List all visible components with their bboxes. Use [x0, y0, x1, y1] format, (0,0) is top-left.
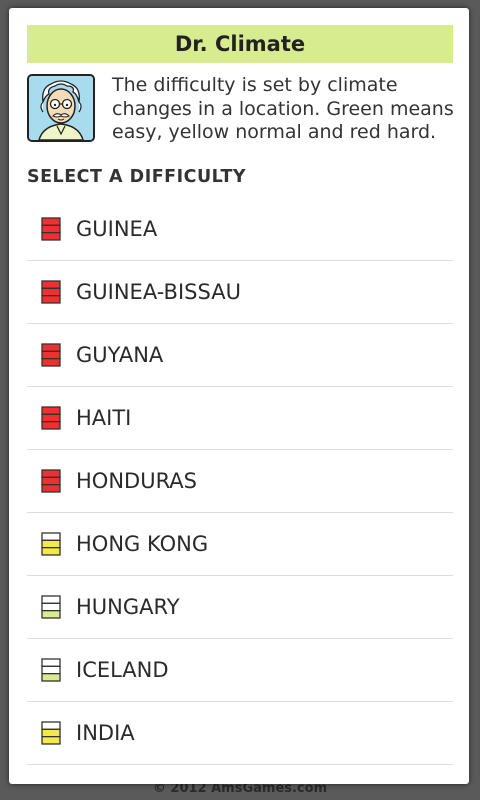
difficulty-level-icon: [41, 280, 61, 304]
location-name: GUYANA: [76, 343, 164, 367]
difficulty-level-icon: [41, 406, 61, 430]
scientist-face-icon: [29, 76, 93, 140]
location-item[interactable]: HAITI: [27, 387, 453, 450]
location-item[interactable]: HONG KONG: [27, 513, 453, 576]
location-name: ICELAND: [76, 658, 169, 682]
location-name: HONG KONG: [76, 532, 209, 556]
location-item[interactable]: HUNGARY: [27, 576, 453, 639]
location-name: HAITI: [76, 406, 132, 430]
location-name: HONDURAS: [76, 469, 198, 493]
location-item[interactable]: GUINEA-BISSAU: [27, 261, 453, 324]
difficulty-explanation: The difficulty is set by climate changes…: [112, 74, 454, 143]
location-item[interactable]: INDIA: [27, 702, 453, 765]
difficulty-level-icon: [41, 532, 61, 556]
location-item[interactable]: ICELAND: [27, 639, 453, 702]
difficulty-level-icon: [41, 658, 61, 682]
section-heading: SELECT A DIFFICULTY: [27, 167, 247, 187]
location-name: GUINEA: [76, 217, 158, 241]
difficulty-level-icon: [41, 595, 61, 619]
location-name: INDIA: [76, 721, 135, 745]
location-item[interactable]: GUINEA: [27, 198, 453, 261]
location-list: GUINEA GUINEA-BISSAU GUYANA HAITI HONDURAS HO…: [27, 198, 453, 765]
dr-climate-avatar: [27, 74, 95, 142]
difficulty-level-icon: [41, 217, 61, 241]
location-item[interactable]: HONDURAS: [27, 450, 453, 513]
difficulty-level-icon: [41, 721, 61, 745]
location-name: HUNGARY: [76, 595, 180, 619]
difficulty-dialog: Dr. Climate The difficulty is set by cli…: [9, 8, 469, 784]
difficulty-level-icon: [41, 469, 61, 493]
difficulty-level-icon: [41, 343, 61, 367]
dialog-title: Dr. Climate: [27, 25, 453, 63]
location-item[interactable]: GUYANA: [27, 324, 453, 387]
location-name: GUINEA-BISSAU: [76, 280, 241, 304]
